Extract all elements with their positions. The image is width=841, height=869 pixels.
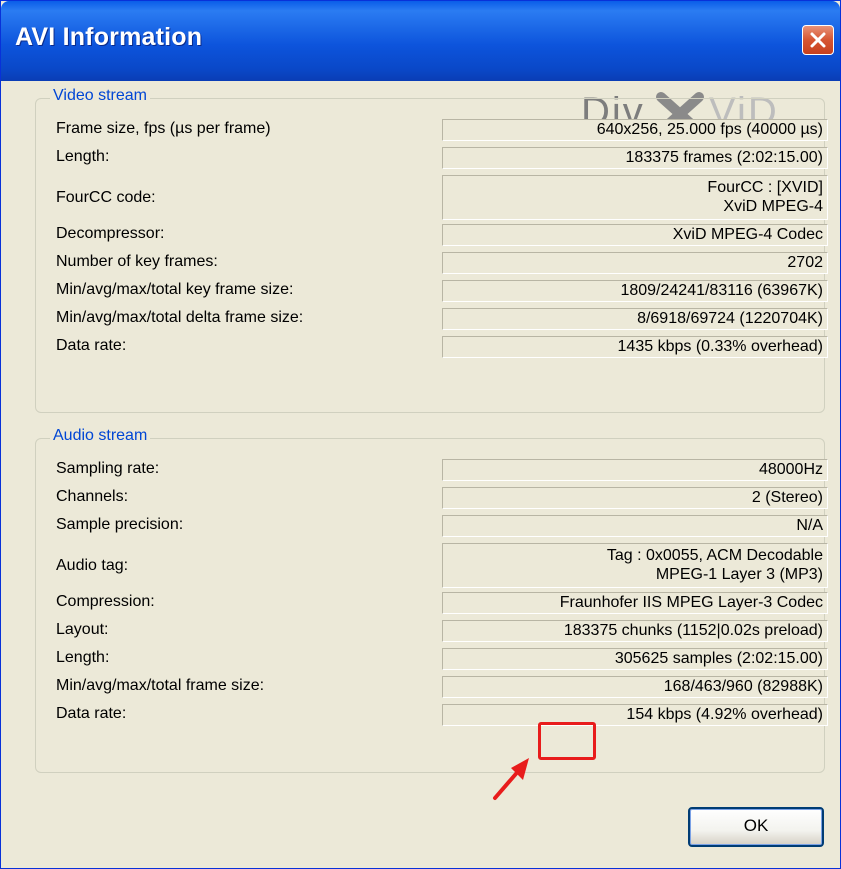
audio-row-layout: Layout: 183375 chunks (1152|0.02s preloa…	[56, 619, 828, 643]
title-bar[interactable]: AVI Information	[1, 1, 840, 81]
ok-button[interactable]: OK	[688, 807, 824, 847]
window-title: AVI Information	[15, 23, 203, 51]
audio-row-frame-size: Min/avg/max/total frame size: 168/463/96…	[56, 675, 828, 699]
video-stream-title: Video stream	[50, 87, 150, 105]
audio-tag-value-line2: MPEG-1 Layer 3 (MP3)	[655, 566, 823, 583]
fourcc-value-line2: XviD MPEG-4	[723, 198, 823, 215]
video-stream-group: Video stream Frame size, fps (µs per fra…	[35, 87, 828, 413]
video-row-data-rate: Data rate: 1435 kbps (0.33% overhead)	[56, 335, 828, 359]
close-icon	[810, 32, 826, 48]
fourcc-value-line1: FourCC : [XVID]	[707, 179, 823, 196]
video-row-key-frame-size: Min/avg/max/total key frame size: 1809/2…	[56, 279, 828, 303]
audio-stream-title: Audio stream	[50, 427, 151, 445]
red-arrow-icon	[493, 758, 529, 800]
video-row-decompressor: Decompressor: XviD MPEG-4 Codec	[56, 223, 828, 247]
close-button[interactable]	[802, 25, 834, 55]
avi-information-dialog: AVI Information Div ViD Video stream Fra…	[0, 0, 841, 869]
video-row-key-frames: Number of key frames: 2702	[56, 251, 828, 275]
video-row-frame-size: Frame size, fps (µs per frame) 640x256, …	[56, 118, 828, 142]
video-row-length: Length: 183375 frames (2:02:15.00)	[56, 146, 828, 170]
audio-row-compression: Compression: Fraunhofer IIS MPEG Layer-3…	[56, 591, 828, 615]
dialog-content: Div ViD Video stream Frame size, fps (µs…	[1, 81, 840, 868]
audio-row-sampling-rate: Sampling rate: 48000Hz	[56, 458, 828, 482]
audio-tag-value-line1: Tag : 0x0055, ACM Decodable	[606, 547, 823, 564]
video-row-fourcc: FourCC code: FourCC : [XVID] XviD MPEG-4	[56, 174, 828, 222]
audio-row-channels: Channels: 2 (Stereo)	[56, 486, 828, 510]
video-row-delta-frame-size: Min/avg/max/total delta frame size: 8/69…	[56, 307, 828, 331]
audio-row-audio-tag: Audio tag: Tag : 0x0055, ACM Decodable M…	[56, 542, 828, 590]
audio-stream-group: Audio stream Sampling rate: 48000Hz Chan…	[35, 427, 828, 773]
audio-row-sample-precision: Sample precision: N/A	[56, 514, 828, 538]
highlight-box	[538, 722, 596, 760]
audio-row-data-rate: Data rate: 154 kbps (4.92% overhead)	[56, 703, 828, 727]
audio-row-length: Length: 305625 samples (2:02:15.00)	[56, 647, 828, 671]
